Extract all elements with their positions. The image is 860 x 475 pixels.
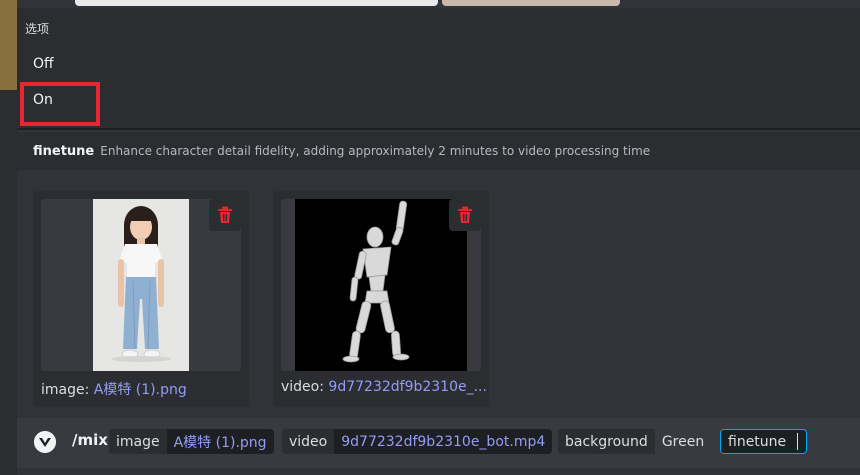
attachment-card-video[interactable]: video: 9d77232df9b2310e_... <box>273 191 489 407</box>
attachment-thumbnail[interactable] <box>41 199 241 371</box>
option-off[interactable]: Off <box>33 56 54 72</box>
delete-attachment-button[interactable] <box>209 199 241 231</box>
attachment-label: video: 9d77232df9b2310e_... <box>281 379 487 395</box>
option-name: finetune <box>33 143 95 159</box>
trash-icon <box>458 206 472 223</box>
command-input-bar[interactable]: /mix image A模特 (1).png video 9d77232df9b… <box>17 418 860 468</box>
param-background[interactable]: background Green <box>558 429 712 454</box>
delete-attachment-button[interactable] <box>449 199 481 231</box>
param-value: Green <box>654 429 712 454</box>
attachment-filename[interactable]: A模特 (1).png <box>94 382 187 398</box>
text-caret <box>797 433 799 450</box>
param-video[interactable]: video 9d77232df9b2310e_bot.mp4 <box>282 429 553 454</box>
channel-strip <box>0 0 17 90</box>
param-value: 9d77232df9b2310e_bot.mp4 <box>341 433 546 450</box>
bot-avatar-icon <box>34 431 56 453</box>
background-peek <box>442 0 620 6</box>
girl-photo-image <box>93 199 189 371</box>
popup-title: 选项 <box>25 22 50 36</box>
param-value: A模特 (1).png <box>173 434 267 451</box>
param-key: finetune <box>721 430 794 453</box>
attachment-card-image[interactable]: image: A模特 (1).png <box>33 191 249 407</box>
attachment-label: image: A模特 (1).png <box>41 379 187 399</box>
attachment-kind: video: <box>281 379 324 395</box>
command-name: /mix <box>72 431 108 449</box>
param-key: image <box>109 429 167 454</box>
param-key: video <box>282 429 335 454</box>
option-help-text: Enhance character detail fidelity, addin… <box>100 144 651 158</box>
param-image[interactable]: image A模特 (1).png <box>109 429 274 454</box>
option-popup: 选项 Off On <box>17 8 860 130</box>
left-gutter <box>0 0 17 475</box>
trash-icon <box>218 206 232 223</box>
option-description: finetune Enhance character detail fideli… <box>17 132 860 170</box>
highlight-box <box>20 82 100 126</box>
attachment-kind: image: <box>41 382 90 398</box>
param-finetune[interactable]: finetune <box>720 429 808 454</box>
attachment-filename[interactable]: 9d77232df9b2310e_... <box>328 379 487 395</box>
param-key: background <box>558 429 655 454</box>
attachment-thumbnail[interactable] <box>281 199 481 371</box>
option-on[interactable]: On <box>33 92 53 108</box>
mannequin-video-frame <box>295 199 467 371</box>
background-peek <box>75 0 438 6</box>
